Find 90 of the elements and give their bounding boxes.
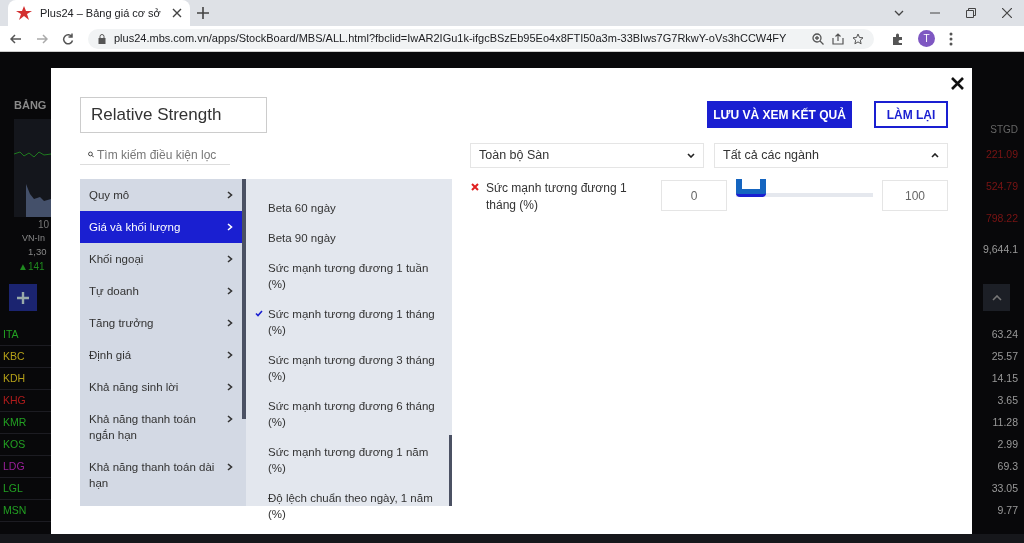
zoom-icon[interactable] [812, 32, 824, 45]
puzzle-icon[interactable] [892, 32, 904, 45]
category-item[interactable]: Khả năng thanh toán dài hạn [80, 451, 242, 499]
profile-avatar[interactable]: T [918, 30, 935, 47]
category-item[interactable]: Khả năng thanh toán ngắn hạn [80, 403, 242, 451]
restore-icon[interactable] [966, 8, 976, 18]
criterion-item[interactable]: Sức mạnh tương đương 3 tháng (%) [246, 345, 452, 391]
chevron-right-icon [227, 223, 233, 231]
chevron-right-icon [227, 319, 233, 327]
stock-code: KDH [3, 370, 26, 386]
table-cell: 63.24 [991, 327, 1018, 343]
criterion-item[interactable]: Sức mạnh tương đương 1 tuần (%) [246, 253, 452, 299]
close-icon[interactable] [1002, 8, 1012, 18]
table-cell: 9.77 [997, 503, 1018, 519]
search-field[interactable]: Tìm kiếm điều kiện lọc [80, 145, 230, 165]
stock-code: KHG [3, 392, 26, 408]
criterion-item[interactable]: Beta 90 ngày [246, 223, 452, 253]
criterion-item[interactable]: Beta 60 ngày [246, 193, 452, 223]
stat-value: 524.79 [985, 178, 1018, 194]
tab-title: Plus24 – Bảng giá cơ sở [40, 5, 162, 21]
chevron-right-icon [227, 383, 233, 391]
stock-code: LGL [3, 480, 23, 496]
save-button[interactable]: LƯU VÀ XEM KẾT QUẢ [707, 101, 852, 128]
column-header: STGD [990, 123, 1018, 137]
criterion-item[interactable]: Sức mạnh tương đương 6 tháng (%) [246, 391, 452, 437]
chevron-right-icon [227, 191, 233, 199]
remove-icon[interactable] [471, 183, 479, 191]
lock-icon [98, 33, 106, 44]
reset-button[interactable]: LÀM LẠI [874, 101, 948, 128]
share-icon[interactable] [832, 32, 844, 45]
axis-label: 10 [38, 217, 51, 232]
chevron-right-icon [227, 463, 233, 471]
board-title: BẢNG [14, 98, 48, 113]
close-icon[interactable] [951, 77, 964, 90]
criterion-item[interactable]: Độ lệch chuẩn theo ngày, 1 năm (%) [246, 483, 452, 529]
stock-code: ITA [3, 326, 19, 342]
category-item[interactable]: Tăng trưởng [80, 307, 242, 339]
name-field[interactable]: Relative Strength [80, 97, 267, 133]
min-field[interactable]: 0 [661, 180, 727, 211]
table-cell: 14.15 [991, 371, 1018, 387]
filter-label: Sức mạnh tương đương 1 tháng (%) [486, 180, 628, 214]
category-item[interactable]: Quy mô [80, 179, 242, 211]
stock-code: KBC [3, 348, 25, 364]
category-item[interactable]: Định giá [80, 339, 242, 371]
chevron-right-icon [227, 255, 233, 263]
address-bar[interactable]: plus24.mbs.com.vn/apps/StockBoard/MBS/ALL.html?fbclid=IwAR2IGu1k-ifgcBSzEb95Eo4x8FTI50a3m-33BIws7G7RkwY-oVs3hCCW4FY [88, 28, 874, 49]
chevron-right-icon [227, 415, 233, 423]
chevron-down-icon[interactable] [894, 10, 904, 16]
favicon-icon [16, 6, 32, 20]
stat-value: 221.09 [985, 147, 1018, 162]
search-icon [88, 149, 94, 160]
table-cell: 2.99 [997, 437, 1018, 453]
back-icon[interactable] [10, 32, 22, 45]
plus-icon [17, 291, 29, 304]
chevron-up-icon [991, 294, 1002, 301]
stock-code: LDG [3, 458, 25, 474]
index-change: ▲141 [18, 260, 46, 275]
dropdown[interactable]: Tất cả các ngành [714, 143, 948, 168]
more-icon[interactable] [949, 31, 953, 46]
category-item[interactable]: Giá và khối lượng [80, 211, 242, 243]
new-tab-icon[interactable] [197, 7, 209, 19]
category-item[interactable]: Khả năng sinh lời [80, 371, 242, 403]
table-cell: 69.3 [997, 459, 1018, 475]
chevron-right-icon [227, 351, 233, 359]
url-text: plus24.mbs.com.vn/apps/StockBoard/MBS/ALL.html?fbclid=IwAR2IGu1k-ifgcBSzEb95Eo4x8FTI50a3m-33BIws7G7RkwY-oVs3hCCW4FY [114, 31, 788, 47]
table-cell: 25.57 [991, 349, 1018, 365]
reload-icon[interactable] [62, 32, 74, 45]
stock-code: MSN [3, 502, 27, 518]
category-item[interactable]: Khối ngoại [80, 243, 242, 275]
star-icon[interactable] [852, 32, 864, 45]
browser-tab[interactable]: Plus24 – Bảng giá cơ sở [8, 0, 190, 26]
category-item[interactable]: Tự doanh [80, 275, 242, 307]
scrollbar[interactable] [242, 179, 246, 419]
table-cell: 33.05 [991, 481, 1018, 497]
stat-value: 798.22 [985, 210, 1018, 226]
max-field[interactable]: 100 [882, 180, 948, 211]
table-cell: 11.28 [992, 415, 1018, 431]
add-button[interactable] [9, 284, 37, 312]
stock-code: KMR [3, 414, 27, 430]
scrollbar[interactable] [449, 435, 452, 506]
table-cell: 3.65 [997, 393, 1018, 409]
close-icon[interactable] [172, 8, 182, 18]
criterion-item[interactable]: Sức mạnh tương đương 1 tháng (%) [246, 299, 452, 345]
criterion-item[interactable]: Sức mạnh tương đương 1 năm (%) [246, 437, 452, 483]
chevron-right-icon [227, 287, 233, 295]
index-value: 1,30 [28, 245, 48, 259]
stat-value: 9,644.1 [982, 242, 1018, 258]
index-name: VN-In [22, 231, 46, 245]
stock-code: KOS [3, 436, 26, 452]
dropdown[interactable]: Toàn bộ Sàn [470, 143, 704, 168]
